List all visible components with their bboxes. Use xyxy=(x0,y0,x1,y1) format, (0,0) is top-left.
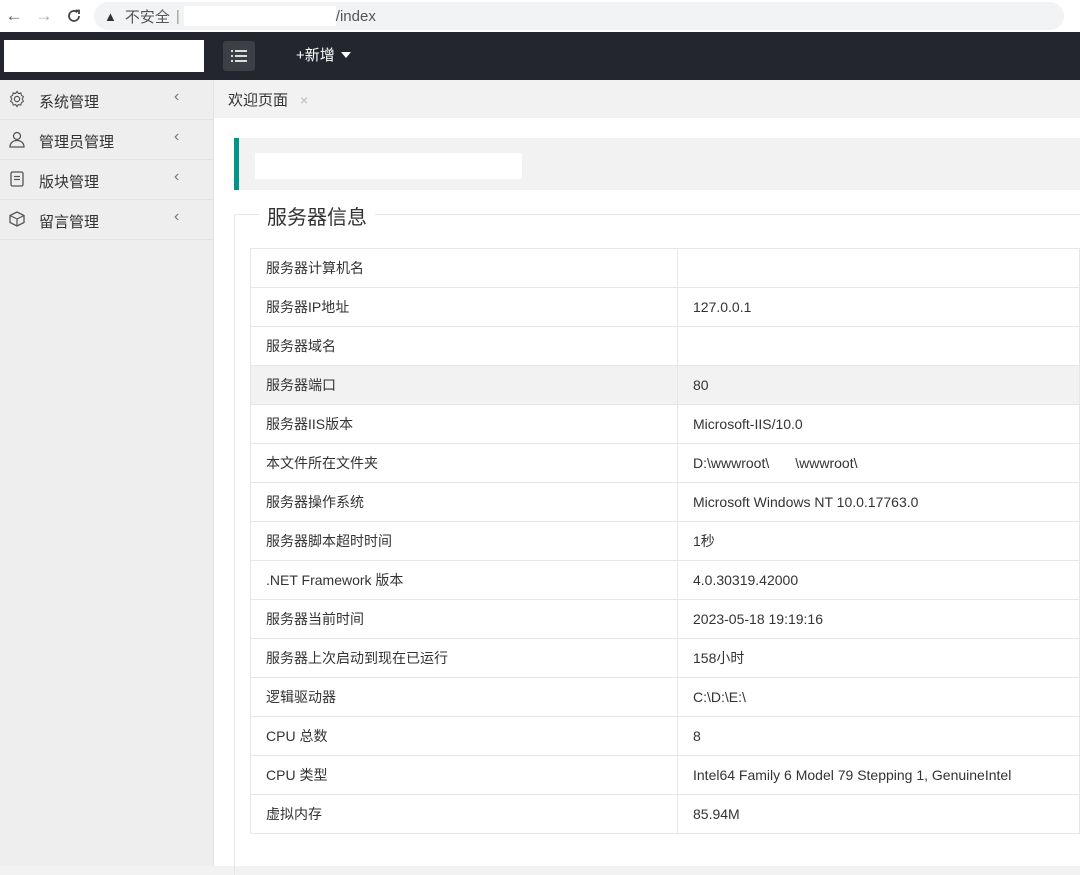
table-row: 服务器操作系统 Microsoft Windows NT 10.0.17763.0 xyxy=(250,482,1080,522)
info-value: 80 xyxy=(677,365,1080,405)
info-key: 服务器计算机名 xyxy=(250,248,678,288)
info-value: 4.0.30319.42000 xyxy=(677,560,1080,600)
sidebar-item-label: 版块管理 xyxy=(39,174,100,191)
sidebar: 系统管理 ‹ 管理员管理 ‹ 版块管理 ‹ 留言管理 ‹ xyxy=(0,80,214,866)
table-row: 服务器IIS版本 Microsoft-IIS/10.0 xyxy=(250,404,1080,444)
address-bar[interactable]: ▲ 不安全 | /index xyxy=(94,2,1064,30)
info-value xyxy=(677,248,1080,288)
chevron-left-icon: ‹ xyxy=(174,128,180,145)
info-value xyxy=(677,326,1080,366)
logo xyxy=(4,40,204,72)
info-key: 本文件所在文件夹 xyxy=(250,443,678,483)
sidebar-item-admins[interactable]: 管理员管理 ‹ xyxy=(0,120,213,160)
table-row: 服务器脚本超时时间 1秒 xyxy=(250,521,1080,561)
table-row: CPU 类型 Intel64 Family 6 Model 79 Stepping… xyxy=(250,755,1080,795)
info-value-part: D:\wwwroot\ xyxy=(693,455,770,471)
user-icon xyxy=(9,131,25,148)
info-value: D:\wwwroot\ \wwwroot\ xyxy=(677,443,1080,483)
app-header: +新增 xyxy=(0,32,1080,80)
table-row: 服务器上次启动到现在已运行 158小时 xyxy=(250,638,1080,678)
main-content: 服务器信息 服务器计算机名 服务器IP地址 127.0.0.1 服务器域名 服务器端口 8… xyxy=(214,118,1080,875)
sidebar-item-sections[interactable]: 版块管理 ‹ xyxy=(0,160,213,200)
table-row: 服务器当前时间 2023-05-18 19:19:16 xyxy=(250,599,1080,639)
back-arrow-icon[interactable]: ← xyxy=(2,4,26,28)
info-key: 服务器IP地址 xyxy=(250,287,678,327)
info-key: 服务器端口 xyxy=(250,365,678,405)
info-value: 127.0.0.1 xyxy=(677,287,1080,327)
add-new-menu[interactable]: +新增 xyxy=(296,44,351,65)
info-key: 虚拟内存 xyxy=(250,794,678,834)
reload-icon[interactable] xyxy=(62,4,86,28)
table-row: 本文件所在文件夹 D:\wwwroot\ \wwwroot\ xyxy=(250,443,1080,483)
table-row: 服务器IP地址 127.0.0.1 xyxy=(250,287,1080,327)
info-value: C:\D:\E:\ xyxy=(677,677,1080,717)
box-icon xyxy=(9,211,25,227)
info-key: 服务器上次启动到现在已运行 xyxy=(250,638,678,678)
info-key: .NET Framework 版本 xyxy=(250,560,678,600)
section-title: 服务器信息 xyxy=(259,201,375,230)
table-row: 逻辑驱动器 C:\D:\E:\ xyxy=(250,677,1080,717)
info-value-part: \wwwroot\ xyxy=(795,455,858,471)
url-redacted xyxy=(183,6,336,26)
sidebar-item-label: 系统管理 xyxy=(39,94,100,111)
info-value: 2023-05-18 19:19:16 xyxy=(677,599,1080,639)
info-key: CPU 总数 xyxy=(250,716,678,756)
quote-redacted xyxy=(255,153,522,179)
url-separator: | xyxy=(175,7,180,25)
tab-welcome[interactable]: 欢迎页面 × xyxy=(228,89,308,110)
add-new-label: +新增 xyxy=(296,47,335,64)
sidebar-item-messages[interactable]: 留言管理 ‹ xyxy=(0,200,213,240)
close-icon[interactable]: × xyxy=(300,92,308,108)
url-path: /index xyxy=(335,7,376,25)
gear-icon xyxy=(9,90,25,108)
sidebar-item-label: 管理员管理 xyxy=(39,134,115,151)
caret-down-icon xyxy=(340,51,351,58)
tab-label: 欢迎页面 xyxy=(228,92,289,109)
chevron-left-icon: ‹ xyxy=(174,208,180,225)
table-row: CPU 总数 8 xyxy=(250,716,1080,756)
table-row: .NET Framework 版本 4.0.30319.42000 xyxy=(250,560,1080,600)
info-key: 服务器当前时间 xyxy=(250,599,678,639)
info-key: 服务器域名 xyxy=(250,326,678,366)
info-value: Microsoft-IIS/10.0 xyxy=(677,404,1080,444)
list-icon xyxy=(231,50,247,62)
insecure-label: 不安全 xyxy=(124,8,170,26)
table-row: 服务器计算机名 xyxy=(250,248,1080,288)
info-key: 服务器IIS版本 xyxy=(250,404,678,444)
info-key: 服务器操作系统 xyxy=(250,482,678,522)
warning-icon: ▲ xyxy=(104,8,117,24)
forward-arrow-icon[interactable]: → xyxy=(32,4,56,28)
welcome-quote xyxy=(234,138,1080,190)
info-value: 1秒 xyxy=(677,521,1080,561)
info-key: 服务器脚本超时时间 xyxy=(250,521,678,561)
info-value: Intel64 Family 6 Model 79 Stepping 1, Ge… xyxy=(677,755,1080,795)
table-row: 服务器端口 80 xyxy=(250,365,1080,405)
chevron-left-icon: ‹ xyxy=(174,168,180,185)
tab-bar: 欢迎页面 × xyxy=(214,80,1080,118)
table-row: 虚拟内存 85.94M xyxy=(250,794,1080,834)
info-value: 85.94M xyxy=(677,794,1080,834)
menu-toggle-button[interactable] xyxy=(223,41,255,71)
document-icon xyxy=(10,171,24,187)
info-value: 8 xyxy=(677,716,1080,756)
info-key: 逻辑驱动器 xyxy=(250,677,678,717)
sidebar-item-label: 留言管理 xyxy=(39,214,100,231)
info-value: Microsoft Windows NT 10.0.17763.0 xyxy=(677,482,1080,522)
chevron-left-icon: ‹ xyxy=(174,88,180,105)
table-row: 服务器域名 xyxy=(250,326,1080,366)
browser-toolbar: ← → ▲ 不安全 | /index xyxy=(0,0,1080,32)
sidebar-item-system[interactable]: 系统管理 ‹ xyxy=(0,80,213,120)
server-info-table: 服务器计算机名 服务器IP地址 127.0.0.1 服务器域名 服务器端口 80 服务器II… xyxy=(250,248,1080,834)
info-key: CPU 类型 xyxy=(250,755,678,795)
info-value: 158小时 xyxy=(677,638,1080,678)
